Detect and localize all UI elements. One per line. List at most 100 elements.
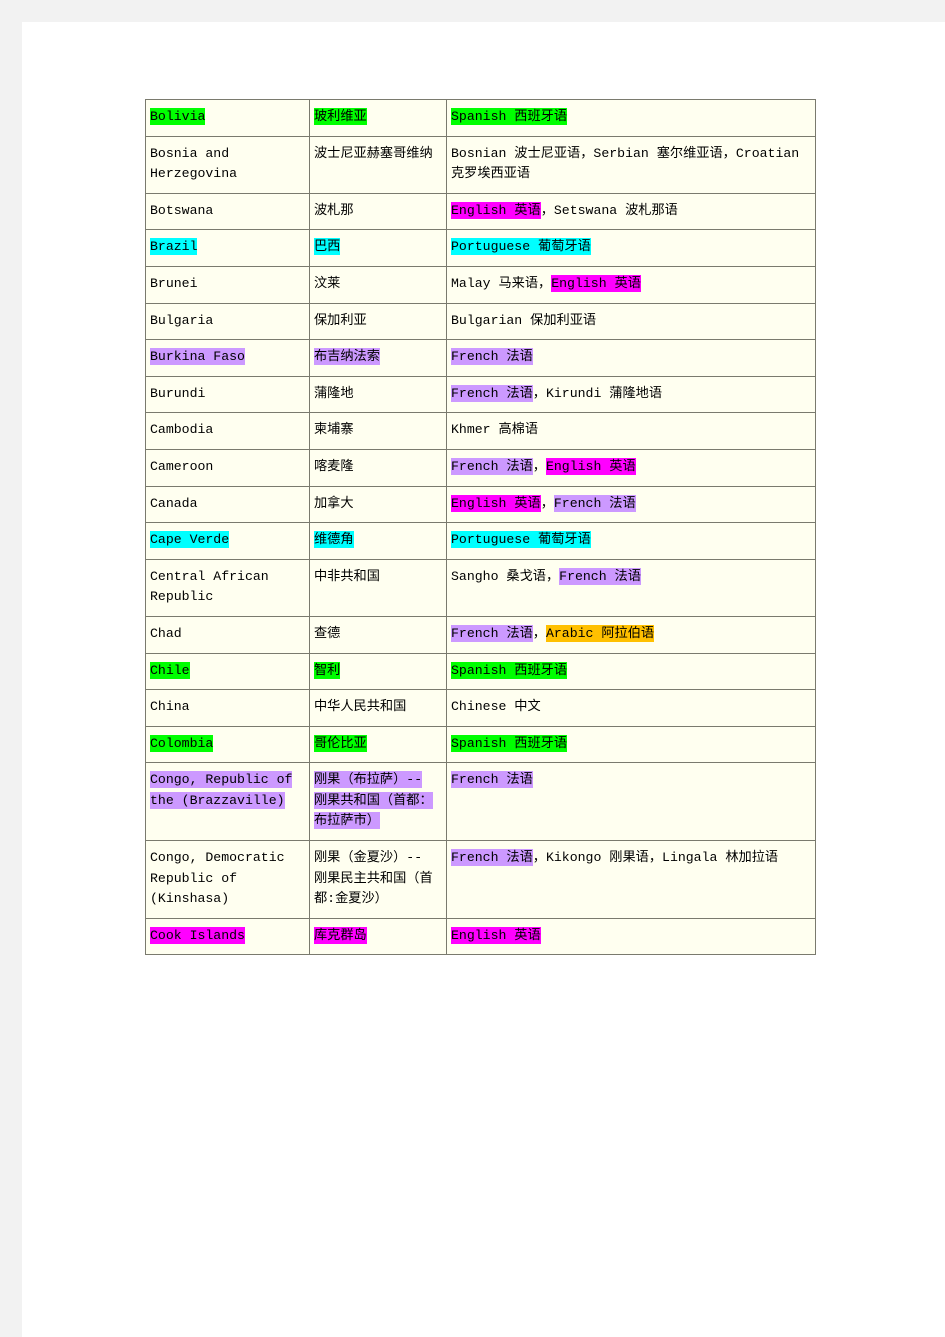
official-languages: Bosnian 波士尼亚语，Serbian 塞尔维亚语，Croatian 克罗埃… bbox=[446, 135, 816, 194]
country-english-text: Cambodia bbox=[150, 422, 214, 438]
language-segment: French 法语 bbox=[451, 771, 533, 789]
language-segment: Spanish 西班牙语 bbox=[451, 108, 568, 125]
table-row: Cape Verde 维德角 Portuguese 葡萄牙语 bbox=[145, 522, 816, 560]
country-chinese-text: 刚果（布拉萨）-- 刚果共和国（首都：布拉萨市） bbox=[314, 771, 433, 830]
language-segment: Bosnian 波士尼亚语，Serbian 塞尔维亚语，Croatian 克罗埃… bbox=[451, 145, 800, 182]
country-chinese-text: 智利 bbox=[314, 661, 341, 679]
official-languages: French 法语，Kirundi 蒲隆地语 bbox=[446, 375, 816, 414]
language-segment: Bulgarian 保加利亚语 bbox=[451, 312, 597, 328]
language-segment: English 英语 bbox=[451, 201, 541, 219]
language-segment: Spanish 西班牙语 bbox=[451, 734, 568, 752]
country-name-chinese: 刚果（金夏沙）-- 刚果民主共和国（首都:金夏沙） bbox=[309, 840, 447, 919]
official-languages: Portuguese 葡萄牙语 bbox=[446, 522, 816, 560]
table-row: Central African Republic 中非共和国 Sangho 桑戈语，… bbox=[145, 558, 816, 617]
country-english-text: Bulgaria bbox=[150, 312, 214, 328]
country-chinese-text: 维德角 bbox=[314, 531, 354, 549]
country-chinese-text: 喀麦隆 bbox=[314, 458, 354, 474]
language-segment: French 法语 bbox=[553, 494, 636, 512]
language-segment: French 法语 bbox=[451, 384, 533, 402]
country-name-chinese: 柬埔寨 bbox=[309, 412, 447, 450]
country-english-text: Cape Verde bbox=[150, 531, 230, 549]
country-name-chinese: 巴西 bbox=[309, 229, 447, 267]
country-name-chinese: 保加利亚 bbox=[309, 302, 447, 341]
country-english-text: Bolivia bbox=[150, 108, 206, 125]
country-name-english: China bbox=[145, 689, 310, 727]
official-languages: French 法语 bbox=[446, 762, 816, 842]
language-segment: French 法语 bbox=[451, 348, 533, 366]
country-name-chinese: 波札那 bbox=[309, 192, 447, 231]
table-row: Burkina Faso 布吉纳法索 French 法语 bbox=[145, 339, 816, 377]
country-chinese-text: 加拿大 bbox=[314, 495, 354, 511]
table-row: Brazil 巴西 Portuguese 葡萄牙语 bbox=[145, 229, 816, 267]
language-segment: Chinese 中文 bbox=[451, 699, 541, 715]
language-segment: English 英语 bbox=[551, 274, 641, 292]
country-name-english: Chile bbox=[145, 652, 310, 691]
country-name-chinese: 维德角 bbox=[309, 522, 447, 560]
country-english-text: Botswana bbox=[150, 202, 214, 218]
country-name-english: Congo, Republic of the (Brazzaville) bbox=[145, 762, 310, 842]
table-row: Chile 智利 Spanish 西班牙语 bbox=[145, 652, 816, 691]
country-name-chinese: 库克群岛 bbox=[309, 917, 447, 956]
country-chinese-text: 汶莱 bbox=[314, 275, 341, 291]
country-name-english: Bulgaria bbox=[145, 302, 310, 341]
table-row: Botswana 波札那 English 英语，Setswana 波札那语 bbox=[145, 192, 816, 231]
table-row: Cook Islands 库克群岛 English 英语 bbox=[145, 917, 816, 956]
official-languages: Spanish 西班牙语 bbox=[446, 99, 816, 137]
official-languages: Bulgarian 保加利亚语 bbox=[446, 302, 816, 341]
country-name-english: Brunei bbox=[145, 265, 310, 304]
country-chinese-text: 中非共和国 bbox=[314, 568, 380, 584]
official-languages: Spanish 西班牙语 bbox=[446, 652, 816, 691]
official-languages: English 英语，French 法语 bbox=[446, 485, 816, 524]
country-english-text: Canada bbox=[150, 495, 198, 511]
country-name-chinese: 蒲隆地 bbox=[309, 375, 447, 414]
country-english-text: Congo, Republic of the (Brazzaville) bbox=[150, 771, 293, 809]
country-name-chinese: 汶莱 bbox=[309, 265, 447, 304]
language-segment: Portuguese 葡萄牙语 bbox=[451, 238, 591, 256]
language-segment: ，Kirundi 蒲隆地语 bbox=[532, 385, 663, 401]
table-row: Chad 查德 French 法语，Arabic 阿拉伯语 bbox=[145, 615, 816, 654]
language-segment: French 法语 bbox=[451, 849, 533, 867]
language-segment: ， bbox=[540, 495, 554, 511]
language-segment: Portuguese 葡萄牙语 bbox=[451, 531, 591, 549]
country-chinese-text: 波札那 bbox=[314, 202, 354, 218]
country-name-chinese: 喀麦隆 bbox=[309, 448, 447, 487]
country-chinese-text: 哥伦比亚 bbox=[314, 734, 367, 752]
country-english-text: Chad bbox=[150, 625, 182, 641]
language-segment: ，Setswana 波札那语 bbox=[540, 202, 678, 218]
language-segment: Arabic 阿拉伯语 bbox=[545, 624, 655, 642]
table-body: Bolivia 玻利维亚 Spanish 西班牙语 Bosnia and Herzeg… bbox=[145, 99, 816, 956]
table-row: Brunei 汶莱 Malay 马来语，English 英语 bbox=[145, 265, 816, 304]
table-row: Burundi 蒲隆地 French 法语，Kirundi 蒲隆地语 bbox=[145, 375, 816, 414]
table-row: Bolivia 玻利维亚 Spanish 西班牙语 bbox=[145, 99, 816, 137]
country-english-text: Chile bbox=[150, 661, 190, 679]
table-row: Canada 加拿大 English 英语，French 法语 bbox=[145, 485, 816, 524]
country-name-chinese: 中非共和国 bbox=[309, 558, 447, 617]
country-name-chinese: 布吉纳法索 bbox=[309, 339, 447, 377]
country-english-text: Burundi bbox=[150, 385, 206, 401]
language-segment: English 英语 bbox=[545, 457, 636, 475]
country-language-table: Bolivia 玻利维亚 Spanish 西班牙语 Bosnia and Herzeg… bbox=[145, 99, 816, 956]
official-languages: French 法语，Arabic 阿拉伯语 bbox=[446, 615, 816, 654]
country-chinese-text: 保加利亚 bbox=[314, 312, 367, 328]
official-languages: Sangho 桑戈语，French 法语 bbox=[446, 558, 816, 617]
official-languages: Chinese 中文 bbox=[446, 689, 816, 727]
country-name-chinese: 加拿大 bbox=[309, 485, 447, 524]
country-chinese-text: 柬埔寨 bbox=[314, 422, 354, 438]
country-chinese-text: 蒲隆地 bbox=[314, 385, 354, 401]
language-segment: English 英语 bbox=[451, 494, 541, 512]
table-row: Cambodia 柬埔寨 Khmer 高棉语 bbox=[145, 412, 816, 450]
country-name-english: Burkina Faso bbox=[145, 339, 310, 377]
country-english-text: Cameroon bbox=[150, 458, 214, 474]
language-segment: ， bbox=[532, 458, 546, 474]
language-segment: ， bbox=[532, 625, 546, 641]
country-name-english: Burundi bbox=[145, 375, 310, 414]
official-languages: Malay 马来语，English 英语 bbox=[446, 265, 816, 304]
language-segment: Sangho 桑戈语， bbox=[451, 568, 560, 584]
country-name-english: Bosnia and Herzegovina bbox=[145, 135, 310, 194]
official-languages: Portuguese 葡萄牙语 bbox=[446, 229, 816, 267]
country-name-english: Colombia bbox=[145, 725, 310, 764]
country-english-text: Burkina Faso bbox=[150, 348, 245, 366]
language-segment: ，Kikongo 刚果语，Lingala 林加拉语 bbox=[532, 850, 779, 866]
country-name-english: Cameroon bbox=[145, 448, 310, 487]
official-languages: French 法语 bbox=[446, 339, 816, 377]
